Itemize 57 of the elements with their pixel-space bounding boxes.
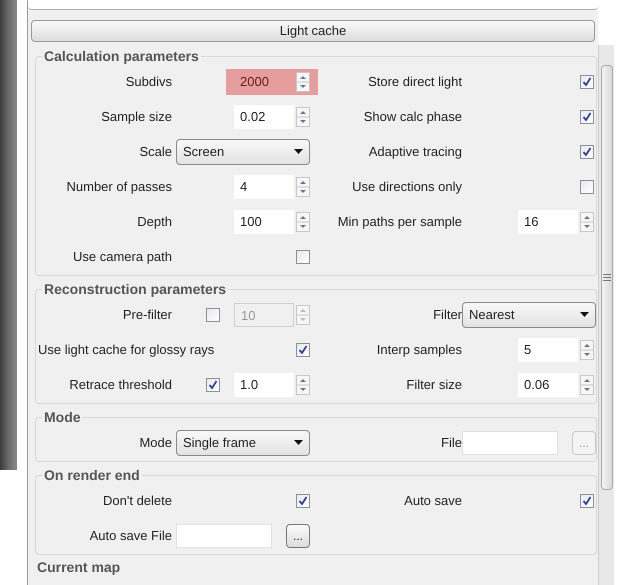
caret-icon bbox=[294, 440, 303, 445]
field-label: Number of passes bbox=[66, 178, 172, 196]
spin-arrows-icon[interactable] bbox=[296, 106, 310, 126]
checkbox[interactable] bbox=[580, 494, 594, 508]
field-label: Mode bbox=[138, 434, 172, 452]
text-field[interactable] bbox=[462, 430, 558, 454]
field-label: Adaptive tracing bbox=[368, 142, 462, 161]
checkbox[interactable] bbox=[296, 342, 310, 356]
field-label: Filter size bbox=[405, 376, 462, 394]
spinner-field[interactable]: 2000 bbox=[226, 68, 318, 94]
section-title: Mode bbox=[43, 409, 82, 425]
grip-icon bbox=[603, 274, 611, 281]
caret-icon bbox=[580, 312, 589, 317]
caret-icon bbox=[294, 149, 303, 154]
checkbox[interactable] bbox=[206, 308, 220, 322]
dropdown[interactable]: Single frame bbox=[176, 430, 310, 456]
section-title: On render end bbox=[43, 467, 141, 483]
checkbox[interactable] bbox=[580, 74, 594, 88]
checkbox[interactable] bbox=[206, 378, 220, 392]
field-label: Filter bbox=[432, 306, 462, 324]
rollout-header[interactable]: Light cache bbox=[31, 20, 595, 42]
spin-arrows-icon[interactable] bbox=[296, 374, 310, 394]
spin-arrows-icon[interactable] bbox=[580, 374, 594, 394]
checkbox[interactable] bbox=[580, 144, 594, 158]
field-label: Depth bbox=[136, 212, 172, 231]
checkbox[interactable] bbox=[296, 494, 310, 508]
field-label: Pre-filter bbox=[122, 306, 172, 324]
spin-arrows-icon[interactable] bbox=[296, 72, 310, 92]
dropdown[interactable]: Screen bbox=[176, 138, 310, 164]
field-label: Sample size bbox=[100, 108, 172, 126]
section-title: Reconstruction parameters bbox=[43, 281, 228, 297]
text-field[interactable] bbox=[176, 524, 272, 548]
field-label: Min paths per sample bbox=[336, 212, 462, 231]
checkbox[interactable] bbox=[580, 180, 594, 194]
checkbox[interactable] bbox=[580, 110, 594, 124]
section-title: Current map bbox=[37, 559, 122, 575]
field-label: Store direct light bbox=[367, 72, 462, 91]
dropdown[interactable]: Nearest bbox=[462, 302, 596, 328]
spin-arrows-icon[interactable] bbox=[296, 176, 310, 196]
checkbox[interactable] bbox=[296, 250, 310, 264]
field-label: Auto save bbox=[403, 492, 462, 510]
field-label: Auto save File bbox=[88, 526, 172, 545]
field-label: Retrace threshold bbox=[68, 376, 172, 394]
field-label: Don't delete bbox=[102, 492, 172, 510]
field-label: Use light cache for glossy rays bbox=[38, 340, 214, 359]
spin-arrows-icon[interactable] bbox=[580, 340, 594, 360]
field-label: File bbox=[440, 434, 462, 452]
section-title: Calculation parameters bbox=[43, 48, 200, 64]
field-label: Use directions only bbox=[351, 178, 462, 196]
field-label: Show calc phase bbox=[362, 108, 462, 126]
field-label: Interp samples bbox=[376, 340, 462, 359]
field-label: Use camera path bbox=[72, 248, 172, 266]
field-label: Subdivs bbox=[124, 72, 172, 91]
browse-button[interactable]: ... bbox=[286, 524, 310, 548]
field-label: Scale bbox=[138, 142, 172, 161]
spin-arrows-icon[interactable] bbox=[580, 212, 594, 232]
spin-arrows-icon[interactable] bbox=[296, 212, 310, 232]
